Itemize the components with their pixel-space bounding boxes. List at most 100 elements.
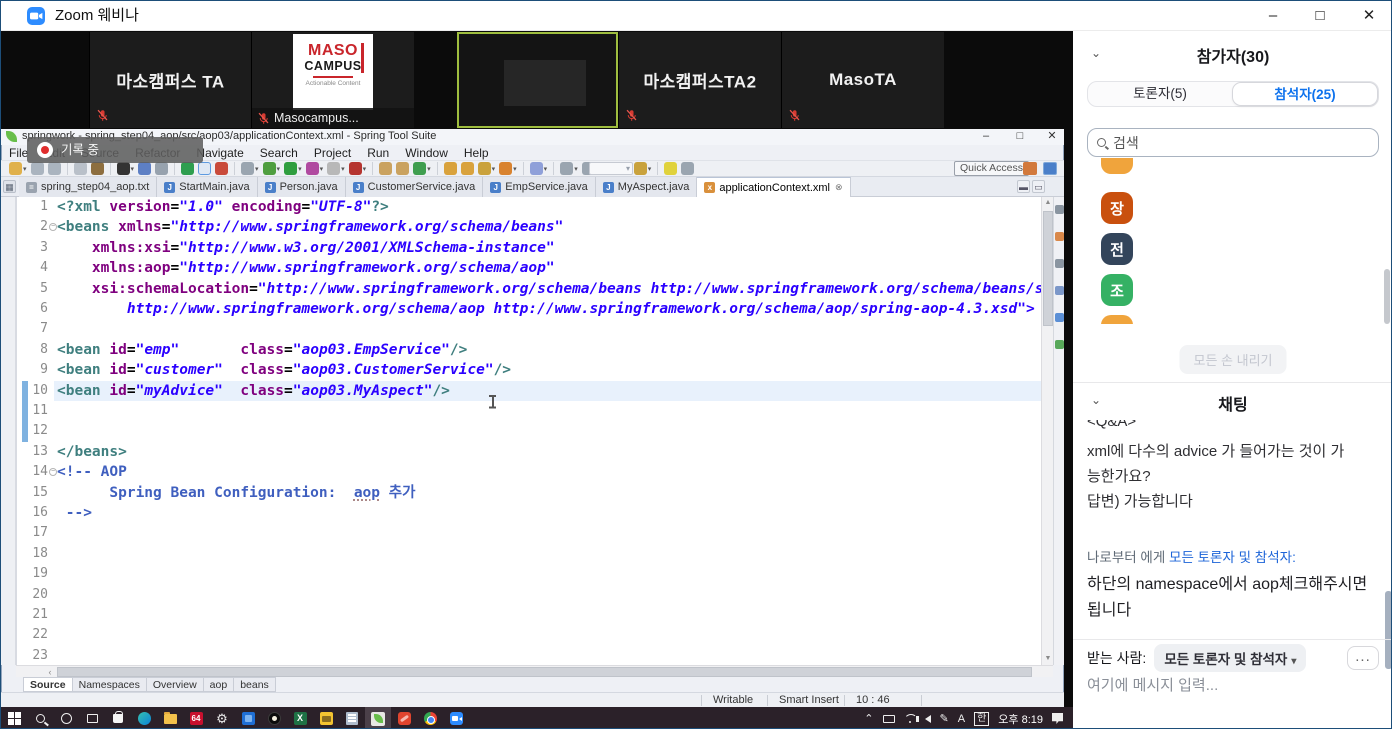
pin-editor-icon[interactable]: [155, 162, 168, 175]
dropdown-caret-icon[interactable]: ▾: [544, 165, 548, 173]
view-tab-namespaces[interactable]: Namespaces: [73, 677, 147, 692]
annotations-icon[interactable]: [530, 162, 543, 175]
tray-chevron-icon[interactable]: ⌃: [864, 712, 873, 725]
attendee-avatar[interactable]: 전: [1101, 233, 1133, 265]
close-button[interactable]: ✕: [1352, 1, 1386, 31]
wifi-icon[interactable]: [904, 714, 916, 724]
dropdown-caret-icon[interactable]: ▾: [320, 165, 324, 173]
attendee-avatar[interactable]: 조: [1101, 274, 1133, 306]
taskbar-edge-icon[interactable]: [131, 707, 157, 729]
menu-run[interactable]: Run: [367, 146, 389, 160]
restore-explorer-icon[interactable]: ▦: [3, 180, 16, 193]
spring-perspective-icon[interactable]: [1043, 162, 1057, 175]
ide-maximize-button[interactable]: □: [1007, 129, 1033, 144]
maximize-editor-icon[interactable]: ▭: [1032, 180, 1045, 193]
boot-dashboard-icon[interactable]: [181, 162, 194, 175]
chat-message-area[interactable]: <Q&A>xml에 다수의 advice 가 들어가는 것이 가능한가요?답변)…: [1073, 413, 1392, 631]
console-view-icon[interactable]: [1055, 313, 1064, 322]
dropdown-caret-icon[interactable]: ▾: [131, 165, 135, 173]
collapsed-outline-strip[interactable]: [1053, 197, 1064, 665]
taskbar-spring-tool-suite-icon[interactable]: [365, 707, 391, 729]
dropdown-caret-icon[interactable]: ▾: [255, 165, 259, 173]
code-line[interactable]: 5 xsi:schemaLocation="http://www.springf…: [16, 279, 1041, 299]
taskbar-settings-icon[interactable]: ⚙: [209, 707, 235, 729]
participants-search[interactable]: [1087, 128, 1379, 157]
participants-tab[interactable]: 토론자(5): [1088, 82, 1232, 106]
print-icon[interactable]: [74, 162, 87, 175]
dropdown-caret-icon[interactable]: ▾: [574, 165, 578, 173]
run-last-tool-icon[interactable]: [117, 162, 130, 175]
editor-tab[interactable]: JPerson.java: [258, 177, 346, 197]
outline-view-icon[interactable]: [1055, 232, 1064, 241]
code-line[interactable]: 12: [16, 421, 1041, 441]
dropdown-caret-icon[interactable]: ▾: [23, 165, 27, 173]
new-java-project-icon[interactable]: [379, 162, 392, 175]
mark-occurrences-icon[interactable]: [664, 162, 677, 175]
open-type-icon[interactable]: [461, 162, 474, 175]
menu-navigate[interactable]: Navigate: [196, 146, 243, 160]
lower-all-hands-button[interactable]: 모든 손 내리기: [1180, 345, 1287, 374]
forward-history-icon[interactable]: [634, 162, 647, 175]
taskbar-chrome-icon[interactable]: [417, 707, 443, 729]
participants-tab[interactable]: 참석자(25): [1232, 82, 1378, 106]
ime-korean-indicator[interactable]: 한: [974, 712, 989, 726]
problems-view-icon[interactable]: [1055, 259, 1064, 268]
code-line[interactable]: 3 xmlns:xsi="http://www.w3.org/2001/XMLS…: [16, 238, 1041, 258]
restore-view-icon[interactable]: [1055, 205, 1064, 214]
new-wizard-icon[interactable]: [9, 162, 22, 175]
open-perspective-icon[interactable]: [681, 162, 694, 175]
code-line[interactable]: 4 xmlns:aop="http://www.springframework.…: [16, 258, 1041, 278]
code-line[interactable]: 13</beans>: [16, 442, 1041, 462]
taskbar-file-explorer-icon[interactable]: [157, 707, 183, 729]
menu-file[interactable]: File: [9, 146, 28, 160]
fold-marker-icon[interactable]: −: [49, 468, 57, 476]
code-line[interactable]: 22: [16, 625, 1041, 645]
skip-breakpoints-icon[interactable]: [241, 162, 254, 175]
view-tab-aop[interactable]: aop: [204, 677, 235, 692]
new-class-icon[interactable]: [413, 162, 426, 175]
editor-tab[interactable]: JMyAspect.java: [596, 177, 698, 197]
editor-vertical-scrollbar[interactable]: ▲ ▼: [1041, 197, 1053, 665]
run-icon[interactable]: [284, 162, 297, 175]
chat-scroll-thumb[interactable]: [1385, 591, 1392, 669]
taskbar-daum-64-icon[interactable]: 64: [183, 707, 209, 729]
build-all-icon[interactable]: [91, 162, 104, 175]
code-line[interactable]: 2−<beans xmlns="http://www.springframewo…: [16, 217, 1041, 237]
attendee-avatar[interactable]: 지: [1101, 315, 1133, 324]
search-view-icon[interactable]: [1055, 286, 1064, 295]
code-line[interactable]: 21: [16, 605, 1041, 625]
maximize-button[interactable]: □: [1303, 1, 1337, 31]
search-torch-icon[interactable]: [478, 162, 491, 175]
open-task-icon[interactable]: [444, 162, 457, 175]
code-line[interactable]: 19: [16, 564, 1041, 584]
taskbar-task-view-icon[interactable]: [79, 707, 105, 729]
dropdown-caret-icon[interactable]: ▾: [363, 165, 367, 173]
profile-icon[interactable]: [306, 162, 319, 175]
open-console-icon[interactable]: [138, 162, 151, 175]
dropdown-caret-icon[interactable]: ▾: [298, 165, 302, 173]
refresh-icon[interactable]: [215, 162, 228, 175]
taskbar-pictures-app-icon[interactable]: [313, 707, 339, 729]
minimize-editor-icon[interactable]: ▬: [1017, 180, 1030, 193]
dropdown-caret-icon[interactable]: ▾: [513, 165, 517, 173]
code-line[interactable]: 10<bean id="myAdvice" class="aop03.MyAsp…: [16, 381, 1041, 401]
code-editor[interactable]: 1<?xml version="1.0" encoding="UTF-8"?>2…: [16, 197, 1041, 665]
code-line[interactable]: 1<?xml version="1.0" encoding="UTF-8"?>: [16, 197, 1041, 217]
previous-annotation-icon[interactable]: [560, 162, 573, 175]
toolbar-combo[interactable]: ▾: [589, 162, 633, 175]
participants-scroll-thumb[interactable]: [1384, 269, 1390, 324]
debug-icon[interactable]: [263, 162, 276, 175]
external-tools-icon[interactable]: [499, 162, 512, 175]
code-line[interactable]: 6 http://www.springframework.org/schema/…: [16, 299, 1041, 319]
code-line[interactable]: 18: [16, 544, 1041, 564]
quick-access-button[interactable]: Quick Access: [954, 161, 1029, 176]
attendee-list[interactable]: 장전조지: [1073, 158, 1383, 324]
taskbar-start-icon[interactable]: [1, 707, 27, 729]
close-icon[interactable]: ⊗: [835, 182, 843, 193]
editor-tab[interactable]: JStartMain.java: [157, 177, 257, 197]
code-line[interactable]: 11: [16, 401, 1041, 421]
chat-more-button[interactable]: ...: [1347, 646, 1379, 670]
code-line[interactable]: 16 -->: [16, 503, 1041, 523]
speaker-icon[interactable]: [925, 715, 931, 723]
editor-tab[interactable]: xapplicationContext.xml⊗: [697, 177, 850, 197]
